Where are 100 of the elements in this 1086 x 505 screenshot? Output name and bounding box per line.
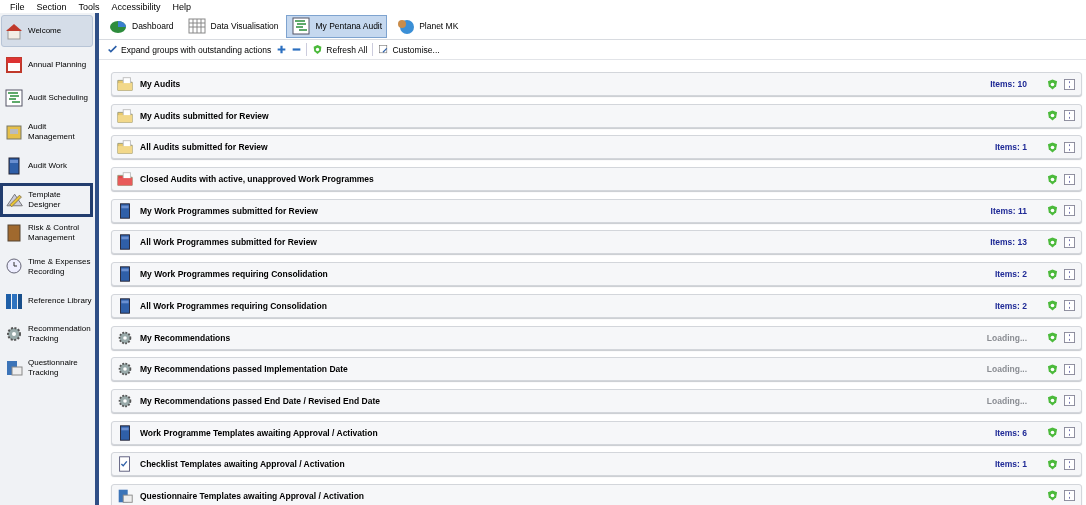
- expand-icon[interactable]: [1064, 300, 1075, 312]
- sidebar-item[interactable]: Time & Expenses Recording: [1, 251, 93, 283]
- folder-icon: [116, 106, 134, 125]
- customise-icon: [378, 44, 390, 55]
- group-title: Checklist Templates awaiting Approval / Activation: [140, 459, 346, 470]
- toolbar-button[interactable]: Customise...: [375, 44, 443, 55]
- expand-icon[interactable]: [1064, 332, 1075, 343]
- group-title: All Work Programmes requiring Consolidation: [140, 300, 328, 311]
- expand-icon[interactable]: [1064, 458, 1075, 470]
- sidebar-item[interactable]: Audit Work: [1, 149, 93, 182]
- sidebar-item[interactable]: Reference Library: [1, 284, 93, 317]
- shield-icon[interactable]: [1047, 205, 1058, 217]
- menu-item[interactable]: Section: [30, 1, 73, 12]
- folder-icon: [116, 138, 134, 157]
- expand-icon[interactable]: [1064, 395, 1075, 407]
- chart-list-icon: [4, 88, 24, 109]
- tab[interactable]: Data Visualisation: [181, 14, 284, 38]
- shield-icon[interactable]: [1047, 332, 1058, 343]
- shield-icon[interactable]: [1047, 395, 1058, 407]
- item-count: Items: 1: [994, 459, 1027, 470]
- item-count: Items: 1: [994, 142, 1027, 153]
- group-header[interactable]: Questionnaire Templates awaiting Approval / Activation: [111, 483, 1082, 505]
- sidebar-item[interactable]: Audit Scheduling: [1, 82, 93, 115]
- expand-icon[interactable]: [1064, 490, 1075, 502]
- folder-icon: [116, 170, 134, 189]
- sidebar-item[interactable]: Audit Management: [1, 116, 93, 148]
- group-header[interactable]: All Work Programmes requiring Consolidation Items: 2: [111, 293, 1082, 318]
- sidebar-item[interactable]: Questionnaire Tracking: [1, 352, 93, 384]
- group-title: Closed Audits with active, unapproved Work Programmes: [140, 174, 375, 185]
- group-header[interactable]: My Audits submitted for Review: [111, 103, 1082, 128]
- shield-icon[interactable]: [1047, 427, 1058, 439]
- check-icon: [107, 44, 118, 55]
- group-header[interactable]: My Work Programmes requiring Consolidation Items: 2: [111, 262, 1082, 287]
- shield-icon[interactable]: [1047, 300, 1058, 312]
- expand-icon[interactable]: [1064, 363, 1075, 375]
- expand-icon[interactable]: [1064, 110, 1075, 122]
- group-header[interactable]: My Recommendations passed Implementation Date Loading...: [111, 357, 1082, 382]
- group-header[interactable]: Closed Audits with active, unapproved Work Programmes: [111, 167, 1082, 192]
- shield-icon[interactable]: [1047, 458, 1058, 470]
- group-header[interactable]: My Work Programmes submitted for Review Items: 11: [111, 198, 1082, 223]
- shield-icon[interactable]: [1047, 363, 1058, 375]
- sidebar-item[interactable]: Template Designer: [0, 183, 93, 218]
- grid-icon: [186, 16, 207, 36]
- shield-icon[interactable]: [1047, 236, 1058, 248]
- group-header[interactable]: My Audits Items: 10: [111, 72, 1082, 96]
- sidebar-item[interactable]: Annual Planning: [1, 48, 93, 81]
- group-header[interactable]: My Recommendations passed End Date / Revised End Date Loading...: [111, 388, 1082, 413]
- item-count: Items: 13: [990, 237, 1027, 248]
- group-title: My Audits submitted for Review: [140, 110, 270, 121]
- group-title: All Work Programmes submitted for Review: [140, 237, 318, 248]
- shield-icon[interactable]: [1047, 141, 1058, 153]
- menu-item[interactable]: Accessibility: [105, 1, 167, 12]
- sidebar-item[interactable]: Risk & Control Management: [1, 217, 93, 250]
- group-title: My Audits: [140, 79, 182, 89]
- group-title: My Work Programmes submitted for Review: [140, 205, 319, 216]
- menu-item[interactable]: Help: [166, 1, 198, 12]
- expand-icon[interactable]: [1064, 268, 1075, 280]
- tab[interactable]: Dashboard: [103, 14, 179, 38]
- group-title: My Recommendations: [140, 332, 232, 343]
- group-header[interactable]: Work Programme Templates awaiting Approval / Activation Items: 6: [111, 420, 1082, 445]
- clock-icon: [4, 256, 24, 277]
- menu-item[interactable]: Tools: [72, 1, 106, 12]
- expand-icon[interactable]: [1064, 427, 1075, 439]
- tab[interactable]: My Pentana Audit: [286, 14, 388, 38]
- expand-icon[interactable]: [1064, 236, 1075, 248]
- group-title: My Recommendations passed End Date / Revised End Date: [140, 395, 381, 406]
- toolbar-button[interactable]: Refresh All: [309, 44, 371, 55]
- folder-icon: [116, 75, 134, 93]
- shield-icon[interactable]: [1047, 110, 1058, 122]
- group-header[interactable]: All Audits submitted for Review Items: 1: [111, 135, 1082, 160]
- item-count: Items: 2: [994, 300, 1027, 311]
- sidebar-item[interactable]: Recommendation Tracking: [1, 318, 93, 351]
- calendar-icon: [4, 54, 24, 75]
- chart-list-icon: [291, 16, 312, 36]
- group-title: Questionnaire Templates awaiting Approval / Activation: [140, 490, 366, 501]
- group-header[interactable]: All Work Programmes submitted for Review Items: 13: [111, 230, 1082, 255]
- loading-text: Loading...: [986, 364, 1027, 375]
- form-icon: [4, 358, 24, 379]
- group-header[interactable]: My Recommendations Loading...: [111, 325, 1082, 350]
- shield-icon[interactable]: [1047, 78, 1058, 90]
- menu-item[interactable]: File: [4, 1, 31, 12]
- shield-icon[interactable]: [1047, 173, 1058, 185]
- group-header[interactable]: Checklist Templates awaiting Approval / Activation Items: 1: [111, 452, 1082, 477]
- expand-icon[interactable]: [1064, 173, 1075, 185]
- item-count: Items: 6: [994, 427, 1027, 438]
- group-title: My Recommendations passed Implementation Date: [140, 364, 349, 375]
- refresh-icon: [312, 44, 324, 55]
- loading-text: Loading...: [986, 395, 1027, 406]
- plus-icon: [276, 44, 288, 55]
- expand-icon[interactable]: [1064, 78, 1075, 90]
- expand-icon[interactable]: [1064, 205, 1075, 217]
- expand-icon[interactable]: [1064, 141, 1075, 153]
- item-count: Items: 10: [990, 79, 1027, 89]
- sidebar-item[interactable]: Welcome: [1, 15, 93, 47]
- item-count: Items: 11: [990, 205, 1027, 216]
- tab[interactable]: Planet MK: [390, 14, 464, 38]
- group-title: Work Programme Templates awaiting Approval / Activation: [140, 427, 379, 438]
- shield-icon[interactable]: [1047, 268, 1058, 280]
- shield-icon[interactable]: [1047, 490, 1058, 502]
- toolbar-button[interactable]: Expand groups with outstanding actions: [104, 44, 275, 55]
